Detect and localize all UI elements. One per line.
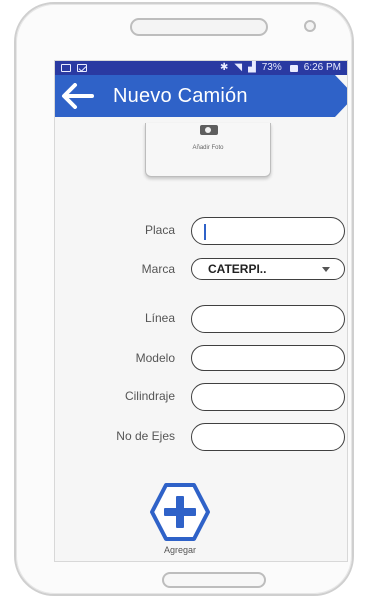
speaker-grille — [130, 18, 268, 36]
status-time: 6:26 PM — [303, 62, 341, 73]
placa-label: Placa — [144, 223, 175, 237]
add-button[interactable]: Agregar — [145, 481, 215, 555]
app-bar: Nuevo Camión — [55, 75, 335, 117]
cilindraje-input[interactable] — [191, 383, 345, 411]
plus-hexagon-icon — [150, 483, 210, 541]
image-icon — [61, 64, 71, 72]
camera-icon — [200, 125, 218, 135]
modelo-label: Modelo — [135, 351, 175, 365]
phone-frame: ✱ ◥ ▟ 73% 6:26 PM Nuevo Camión Añadir Fo… — [14, 2, 354, 596]
email-icon — [77, 64, 87, 72]
status-bar: ✱ ◥ ▟ 73% 6:26 PM — [55, 61, 347, 75]
modelo-input[interactable] — [191, 345, 345, 371]
status-right: ✱ ◥ ▟ 73% 6:26 PM — [220, 61, 341, 75]
ejes-input[interactable] — [191, 423, 345, 451]
add-photo-button[interactable]: Añadir Foto — [145, 123, 271, 177]
back-arrow-icon[interactable] — [61, 83, 95, 109]
bluetooth-icon: ✱ — [219, 62, 229, 73]
marca-label: Marca — [141, 262, 175, 276]
linea-label: Línea — [144, 311, 175, 325]
battery-icon — [289, 64, 298, 72]
app-screen: ✱ ◥ ▟ 73% 6:26 PM Nuevo Camión Añadir Fo… — [54, 60, 348, 562]
form-row-cilindraje: Cilindraje — [55, 383, 347, 411]
linea-input[interactable] — [191, 305, 345, 333]
add-photo-label: Añadir Foto — [192, 145, 224, 151]
text-cursor — [204, 224, 206, 240]
home-button[interactable] — [162, 572, 266, 588]
cilindraje-label: Cilindraje — [124, 389, 175, 403]
form-row-linea: Línea — [55, 305, 347, 333]
app-bar-arrow-tip — [335, 75, 347, 117]
form-row-placa: Placa — [55, 217, 347, 245]
marca-select[interactable]: CATERPI.. — [191, 258, 345, 280]
signal-icon: ▟ — [248, 62, 256, 73]
form-row-marca: Marca CATERPI.. — [55, 256, 347, 284]
form-row-modelo: Modelo — [55, 345, 347, 373]
placa-input[interactable] — [191, 217, 345, 245]
page-title: Nuevo Camión — [113, 85, 248, 107]
chevron-down-icon — [322, 267, 330, 272]
wifi-icon: ◥ — [234, 62, 243, 73]
form-row-ejes: No de Ejes — [55, 423, 347, 451]
marca-selected-value: CATERPI.. — [208, 262, 267, 276]
front-camera — [304, 20, 316, 32]
battery-percent: 73% — [261, 62, 282, 73]
add-button-label: Agregar — [163, 545, 197, 555]
ejes-label: No de Ejes — [116, 429, 175, 443]
status-left — [61, 61, 87, 72]
